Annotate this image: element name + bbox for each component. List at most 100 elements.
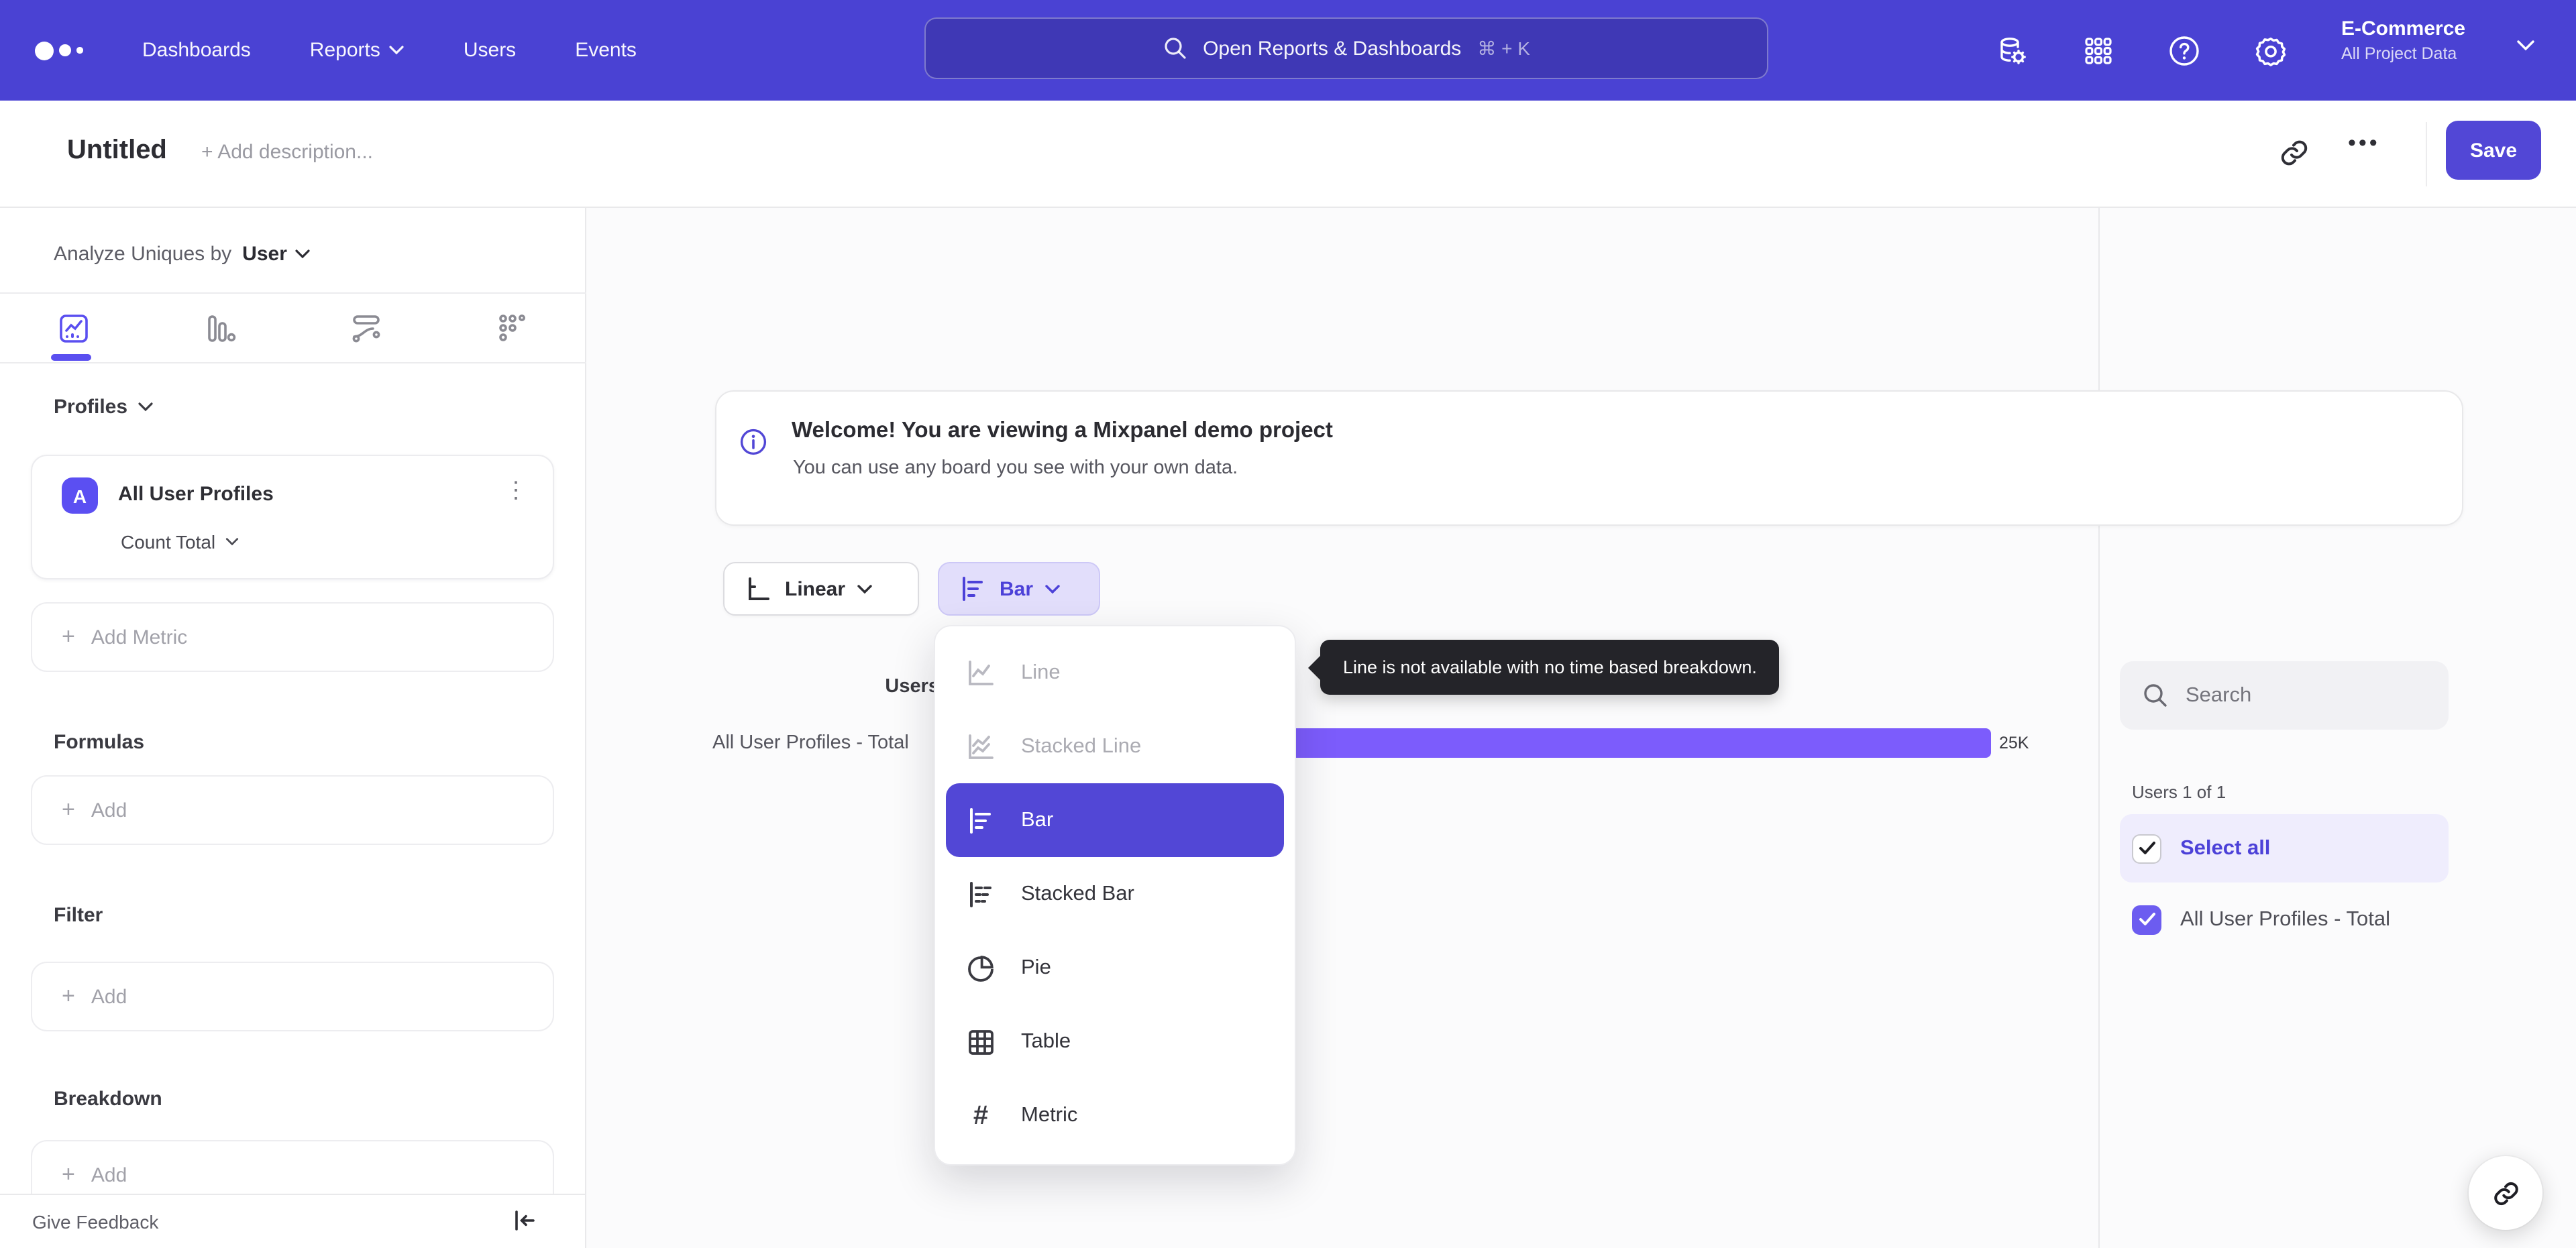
stacked-line-chart-icon xyxy=(963,729,998,764)
menu-item-stacked-bar[interactable]: Stacked Bar xyxy=(935,857,1295,931)
filter-heading: Filter xyxy=(54,904,103,927)
metric-card[interactable]: A All User Profiles ⋮ Count Total xyxy=(31,455,554,579)
insights-chart-icon xyxy=(59,314,88,342)
pie-chart-icon xyxy=(963,950,998,985)
global-search-bar[interactable]: Open Reports & Dashboards ⌘ + K xyxy=(924,17,1768,79)
active-tab-indicator xyxy=(51,354,91,361)
series-row-label: All User Profiles - Total xyxy=(712,732,909,754)
menu-item-metric[interactable]: # Metric xyxy=(935,1078,1295,1152)
tab-bar-chart[interactable] xyxy=(147,294,294,362)
metric-name: All User Profiles xyxy=(118,483,274,506)
bar-chart-icon xyxy=(963,803,998,838)
add-metric-button[interactable]: + Add Metric xyxy=(31,602,554,672)
chevron-down-icon xyxy=(857,584,872,593)
share-link-fab[interactable] xyxy=(2469,1156,2542,1230)
sidebar-footer: Give Feedback xyxy=(0,1194,585,1248)
metric-badge: A xyxy=(62,477,98,514)
more-options-icon[interactable]: ••• xyxy=(2348,130,2380,157)
demo-banner: Welcome! You are viewing a Mixpanel demo… xyxy=(715,390,2463,526)
formulas-heading: Formulas xyxy=(54,731,145,754)
search-placeholder: Search xyxy=(2186,683,2252,706)
settings-gear-icon[interactable] xyxy=(2250,31,2290,71)
segment-count-label: Users 1 of 1 xyxy=(2132,782,2226,802)
top-nav: Dashboards Reports Users Events Open Rep… xyxy=(0,0,2576,101)
add-filter-button[interactable]: + Add xyxy=(31,962,554,1031)
nav-item-events[interactable]: Events xyxy=(575,39,637,62)
add-description-field[interactable]: + Add description... xyxy=(201,141,373,164)
nav-links: Dashboards Reports Users Events xyxy=(142,0,637,101)
menu-item-bar[interactable]: Bar xyxy=(946,783,1284,857)
banner-title: Welcome! You are viewing a Mixpanel demo… xyxy=(792,418,1333,443)
project-scope: All Project Data xyxy=(2341,44,2457,63)
sidebar-tabs xyxy=(0,294,586,362)
search-shortcut: ⌘ + K xyxy=(1477,37,1530,58)
line-disabled-tooltip: Line is not available with no time based… xyxy=(1307,640,1780,695)
menu-item-pie[interactable]: Pie xyxy=(935,931,1295,1005)
chart-type-button[interactable]: Bar xyxy=(938,562,1100,616)
x-axis-scale-button[interactable]: Linear xyxy=(723,562,919,616)
stacked-bar-chart-icon xyxy=(963,876,998,911)
linear-axis-icon xyxy=(749,577,769,600)
chevron-down-icon xyxy=(138,402,153,412)
segment-item-label: All User Profiles - Total xyxy=(2180,907,2390,930)
copy-link-icon[interactable] xyxy=(2278,137,2313,172)
bar-chart-icon xyxy=(207,315,235,341)
project-switcher[interactable]: E-Commerce All Project Data xyxy=(2341,16,2465,66)
line-chart-icon xyxy=(963,655,998,690)
data-management-icon[interactable] xyxy=(1992,31,2033,71)
project-name: E-Commerce xyxy=(2341,17,2466,40)
menu-item-table[interactable]: Table xyxy=(935,1005,1295,1078)
breakdown-heading: Breakdown xyxy=(54,1088,162,1111)
check-icon xyxy=(2139,842,2155,854)
search-icon xyxy=(2144,684,2167,707)
search-placeholder: Open Reports & Dashboards xyxy=(1203,37,1462,60)
bar-chart-icon xyxy=(963,577,983,601)
chevron-down-icon xyxy=(225,538,238,546)
checkbox-checked[interactable] xyxy=(2132,834,2161,863)
segment-item-row[interactable]: All User Profiles - Total xyxy=(2120,885,2449,954)
tab-flows[interactable] xyxy=(293,294,440,362)
save-button[interactable]: Save xyxy=(2446,121,2541,180)
select-all-row[interactable]: Select all xyxy=(2120,814,2449,883)
analyze-entity-dropdown[interactable]: User xyxy=(242,242,310,265)
apps-grid-icon[interactable] xyxy=(2078,31,2118,71)
link-icon xyxy=(2493,1182,2518,1204)
collapse-sidebar-icon[interactable] xyxy=(511,1207,541,1237)
give-feedback-link[interactable]: Give Feedback xyxy=(32,1211,158,1233)
profiles-section-heading[interactable]: Profiles xyxy=(54,396,153,418)
right-panel-divider xyxy=(2098,208,2100,1248)
help-icon[interactable] xyxy=(2164,31,2204,71)
checkbox-checked[interactable] xyxy=(2132,905,2161,934)
tab-insights[interactable] xyxy=(0,294,147,362)
divider xyxy=(0,362,586,363)
hash-icon: # xyxy=(973,1100,989,1130)
mixpanel-logo-icon[interactable] xyxy=(35,0,83,101)
add-formula-button[interactable]: + Add xyxy=(31,775,554,845)
nav-item-users[interactable]: Users xyxy=(464,39,516,62)
info-icon xyxy=(739,428,767,456)
tab-retention[interactable] xyxy=(440,294,587,362)
flows-icon xyxy=(352,315,380,342)
menu-item-line[interactable]: Line xyxy=(935,636,1295,710)
report-title[interactable]: Untitled xyxy=(67,135,167,166)
segment-search-input[interactable]: Search xyxy=(2120,661,2449,730)
banner-subtitle: You can use any board you see with your … xyxy=(793,457,1238,479)
bar-value-label: 25K xyxy=(1999,734,2029,752)
project-chevron-down-icon[interactable] xyxy=(2517,40,2534,51)
chart-type-menu: Line Stacked Line Bar Stacked Bar Pie Ta… xyxy=(934,625,1296,1166)
app-root: Dashboards Reports Users Events Open Rep… xyxy=(0,0,2576,1248)
search-icon xyxy=(1164,38,1185,59)
aggregation-dropdown[interactable]: Count Total xyxy=(121,531,238,553)
chevron-down-icon xyxy=(295,249,310,258)
menu-item-stacked-line[interactable]: Stacked Line xyxy=(935,710,1295,783)
kebab-menu-icon[interactable]: ⋮ xyxy=(504,477,527,504)
nav-item-dashboards[interactable]: Dashboards xyxy=(142,39,251,62)
select-all-label: Select all xyxy=(2180,836,2271,859)
report-header: Untitled + Add description... ••• Save xyxy=(0,101,2576,208)
nav-item-reports[interactable]: Reports xyxy=(310,39,405,62)
analyze-prefix: Analyze Uniques by xyxy=(54,242,232,265)
column-header-users: Users xyxy=(885,676,939,697)
retention-dots-icon xyxy=(499,314,526,341)
chevron-down-icon xyxy=(1045,584,1060,593)
analyze-uniques-row: Analyze Uniques by User xyxy=(54,235,310,272)
